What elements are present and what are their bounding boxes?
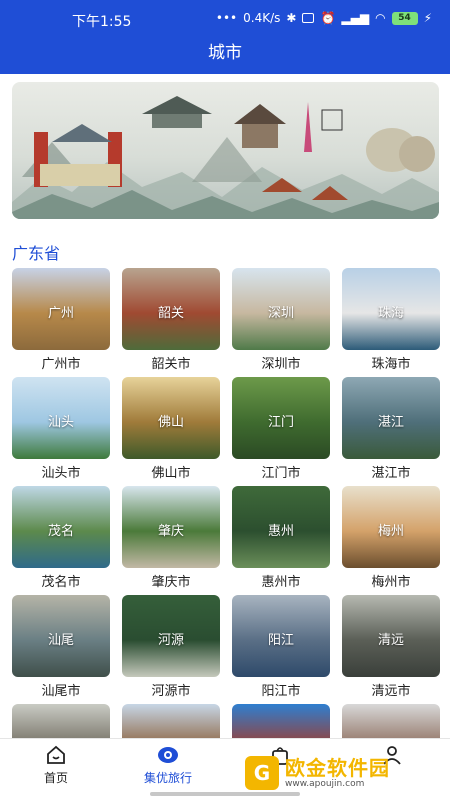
banner-illustration [12, 96, 439, 219]
city-thumbnail-text: 茂名 [47, 524, 74, 539]
city-card[interactable]: 梅州 梅州市 [342, 486, 440, 590]
city-label: 广州市 [41, 357, 81, 372]
city-thumbnail[interactable]: 汕头 [12, 377, 110, 459]
city-thumbnail-text: 江门 [267, 415, 294, 430]
city-card[interactable]: 肇庆 肇庆市 [122, 486, 220, 590]
city-card[interactable]: 广州 广州市 [12, 268, 110, 372]
city-thumbnail[interactable]: 韶关 [122, 268, 220, 350]
city-thumbnail[interactable]: 湛江 [342, 377, 440, 459]
city-thumbnail[interactable]: 珠海 [342, 268, 440, 350]
city-card[interactable]: 清远 清远市 [342, 595, 440, 699]
city-thumbnail[interactable]: 肇庆 [122, 486, 220, 568]
city-thumbnail[interactable]: 河源 [122, 595, 220, 677]
city-label: 河源市 [151, 684, 191, 699]
city-card[interactable]: 湛江 湛江市 [342, 377, 440, 481]
status-bar: 下午1:55 ••• 0.4K/s ✱ ⏰ ▂▄▆ ◠ 54 ⚡ [0, 0, 450, 40]
city-card[interactable]: 佛山 佛山市 [122, 377, 220, 481]
city-thumbnail[interactable]: 佛山 [122, 377, 220, 459]
city-label: 佛山市 [151, 466, 191, 481]
city-card[interactable]: 江门 江门市 [232, 377, 330, 481]
status-time: 下午1:55 [72, 14, 132, 30]
city-card[interactable]: 汕尾 汕尾市 [12, 595, 110, 699]
mute-icon [302, 13, 315, 23]
city-label: 江门市 [261, 466, 301, 481]
city-thumbnail-text: 珠海 [377, 306, 404, 321]
city-label: 珠海市 [371, 357, 411, 372]
app-header: 城市 [0, 40, 450, 74]
city-thumbnail-text: 惠州 [267, 524, 294, 539]
city-thumbnail[interactable]: 汕尾 [12, 595, 110, 677]
city-thumbnail[interactable]: 梅州 [342, 486, 440, 568]
city-thumbnail-text: 阳江 [267, 633, 294, 648]
city-label: 惠州市 [261, 575, 301, 590]
city-thumbnail[interactable]: 广州 [12, 268, 110, 350]
city-thumbnail-text: 河源 [157, 633, 184, 648]
bluetooth-icon: ✱ [286, 11, 297, 25]
city-thumbnail-text: 佛山 [157, 415, 184, 430]
network-speed: 0.4K/s [243, 11, 281, 25]
city-thumbnail-text: 梅州 [377, 524, 404, 539]
city-label: 肇庆市 [151, 575, 191, 590]
dots-icon: ••• [215, 11, 238, 25]
city-thumbnail[interactable]: 惠州 [232, 486, 330, 568]
city-thumbnail-text: 清远 [377, 633, 404, 648]
city-label: 深圳市 [261, 357, 301, 372]
city-card[interactable]: 韶关 韶关市 [122, 268, 220, 372]
city-thumbnail-text: 汕头 [47, 415, 74, 430]
site-watermark: G 欧金软件园 www.apoujin.com [245, 750, 440, 796]
tab-travel[interactable]: 集优旅行 [112, 745, 224, 786]
city-card[interactable]: 阳江 阳江市 [232, 595, 330, 699]
city-card[interactable]: 惠州 惠州市 [232, 486, 330, 590]
city-label: 韶关市 [151, 357, 191, 372]
battery-icon: 54 [391, 11, 418, 25]
eye-icon [158, 747, 178, 763]
banner-image[interactable] [12, 82, 439, 219]
city-card[interactable]: 茂名 茂名市 [12, 486, 110, 590]
watermark-logo: G [245, 756, 279, 790]
city-thumbnail-text: 广州 [47, 306, 74, 321]
tab-home[interactable]: 首页 [0, 745, 112, 786]
status-icons: ••• 0.4K/s ✱ ⏰ ▂▄▆ ◠ 54 ⚡ [216, 11, 432, 25]
city-label: 汕尾市 [41, 684, 81, 699]
home-icon [47, 745, 65, 764]
city-thumbnail[interactable]: 茂名 [12, 486, 110, 568]
city-card[interactable]: 汕头 汕头市 [12, 377, 110, 481]
city-label: 湛江市 [371, 466, 411, 481]
city-thumbnail[interactable]: 深圳 [232, 268, 330, 350]
city-thumbnail-text: 汕尾 [47, 633, 74, 648]
watermark-title: 欧金软件园 [285, 756, 390, 780]
city-label: 清远市 [371, 684, 411, 699]
tab-home-label: 首页 [43, 771, 68, 785]
watermark-url: www.apoujin.com [285, 779, 365, 789]
city-card[interactable]: 河源 河源市 [122, 595, 220, 699]
city-thumbnail[interactable]: 清远 [342, 595, 440, 677]
tab-travel-label: 集优旅行 [143, 771, 192, 785]
city-thumbnail-text: 肇庆 [157, 524, 184, 539]
city-card[interactable]: 深圳 深圳市 [232, 268, 330, 372]
city-label: 梅州市 [371, 575, 411, 590]
home-indicator [150, 792, 300, 796]
city-label: 阳江市 [261, 684, 301, 699]
charging-icon: ⚡ [423, 11, 432, 25]
city-thumbnail-text: 深圳 [267, 306, 294, 321]
city-label: 茂名市 [41, 575, 81, 590]
alarm-icon: ⏰ [320, 11, 336, 25]
city-card[interactable]: 珠海 珠海市 [342, 268, 440, 372]
province-title: 广东省 [12, 244, 61, 263]
city-thumbnail[interactable]: 阳江 [232, 595, 330, 677]
city-thumbnail[interactable]: 江门 [232, 377, 330, 459]
signal-icon: ▂▄▆ [341, 11, 370, 25]
page-title: 城市 [208, 43, 242, 63]
city-label: 汕头市 [41, 466, 81, 481]
city-thumbnail-text: 湛江 [377, 415, 404, 430]
city-thumbnail-text: 韶关 [157, 306, 184, 321]
wifi-icon: ◠ [375, 11, 386, 25]
